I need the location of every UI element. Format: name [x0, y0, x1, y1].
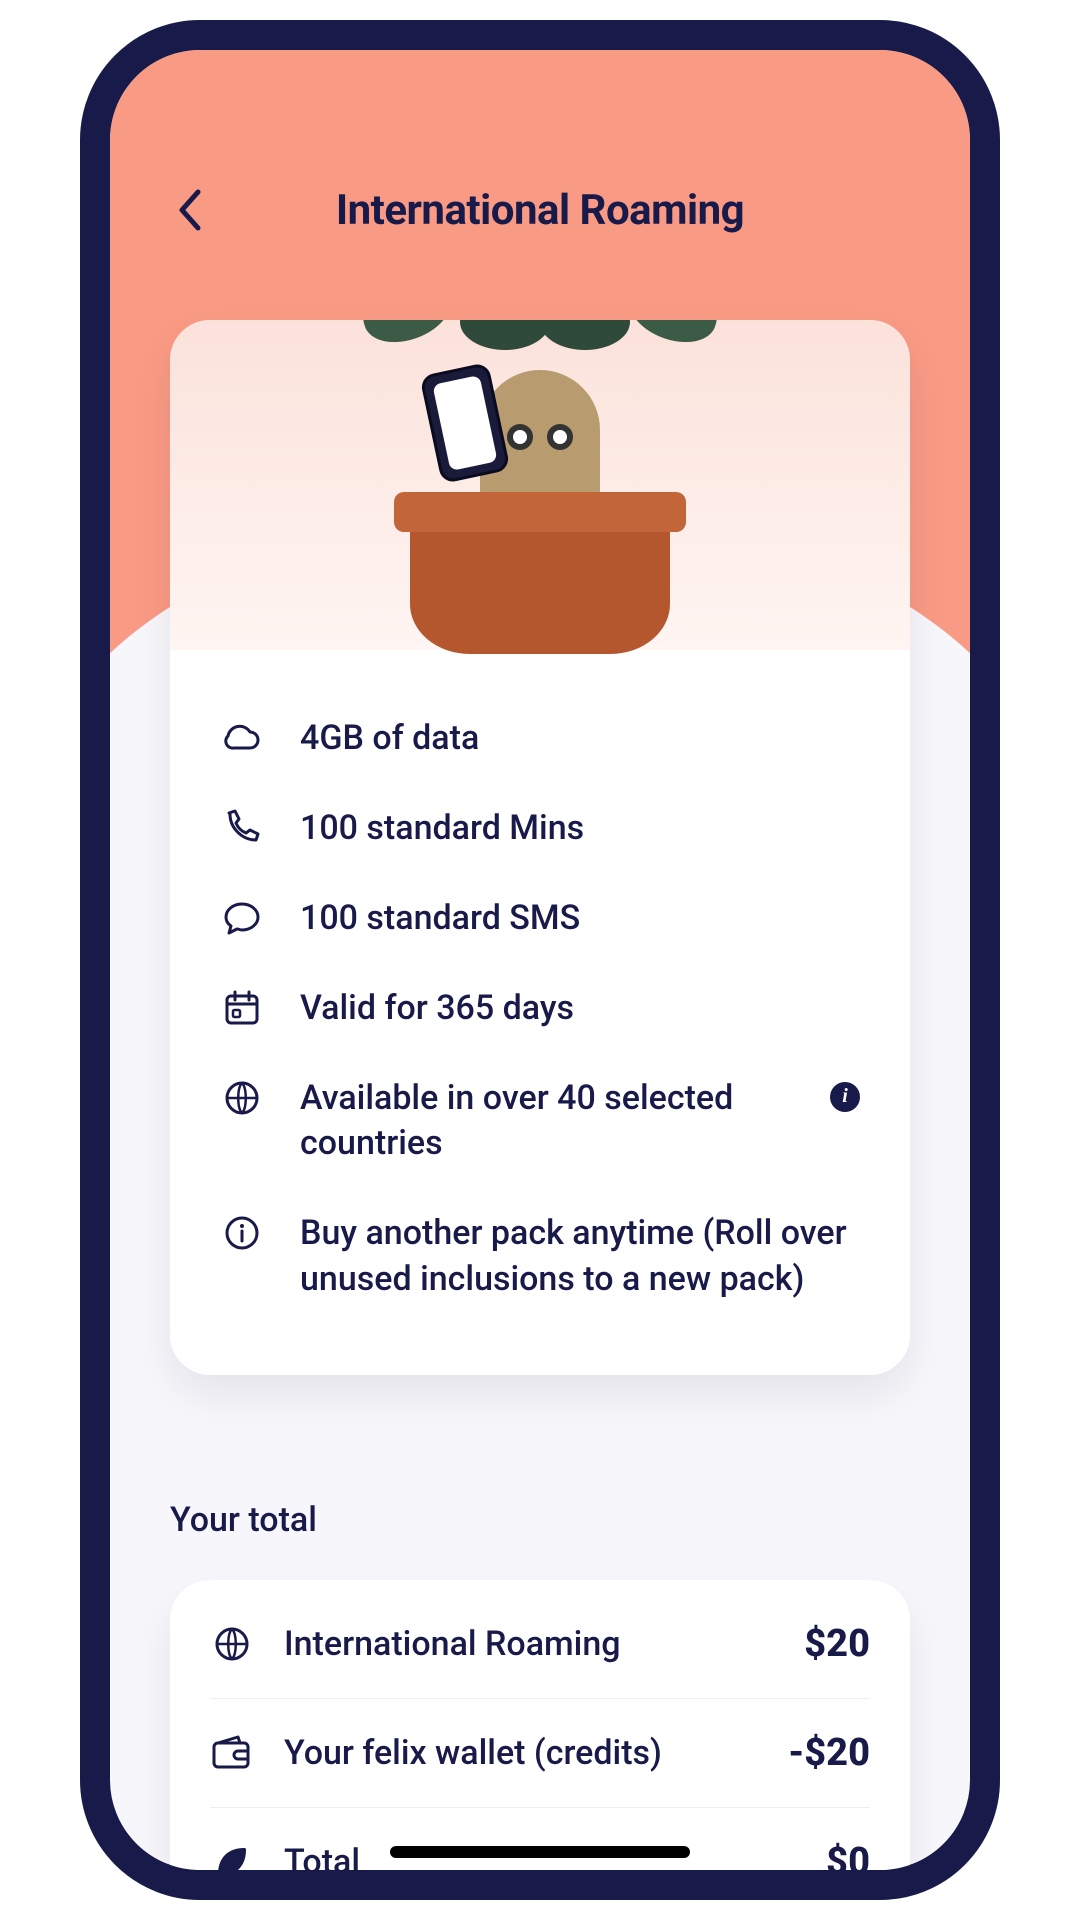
- feature-label: Valid for 365 days: [300, 986, 860, 1032]
- feature-row: Buy another pack anytime (Roll over unus…: [220, 1189, 860, 1325]
- calendar-icon: [220, 986, 264, 1030]
- feature-label: 100 standard Mins: [300, 806, 860, 852]
- total-row: Total $0: [210, 1808, 870, 1870]
- feature-row: 4GB of data: [220, 694, 860, 784]
- feature-label: Buy another pack anytime (Roll over unus…: [300, 1211, 860, 1303]
- globe-icon: [210, 1622, 254, 1666]
- feature-row: 100 standard SMS: [220, 874, 860, 964]
- total-row: Your felix wallet (credits) -$20: [210, 1699, 870, 1808]
- info-button[interactable]: i: [830, 1082, 860, 1112]
- total-row-label: International Roaming: [284, 1624, 774, 1664]
- plan-features: 4GB of data 100 standard Mins 100 standa…: [170, 650, 910, 1335]
- screen: International Roaming: [110, 50, 970, 1870]
- plan-illustration: [170, 320, 910, 650]
- total-section-heading: Your total: [170, 1500, 317, 1540]
- feature-row: 100 standard Mins: [220, 784, 860, 874]
- phone-frame: International Roaming: [80, 20, 1000, 1900]
- chevron-left-icon: [176, 188, 204, 232]
- plan-detail-card: 4GB of data 100 standard Mins 100 standa…: [170, 320, 910, 1375]
- wallet-icon: [210, 1731, 254, 1775]
- feature-label: 100 standard SMS: [300, 896, 860, 942]
- home-indicator[interactable]: [390, 1846, 690, 1858]
- cloud-icon: [220, 716, 264, 760]
- feature-label: 4GB of data: [300, 716, 860, 762]
- total-row: International Roaming $20: [210, 1590, 870, 1699]
- header: International Roaming: [110, 180, 970, 240]
- globe-icon: [220, 1076, 264, 1120]
- total-card: International Roaming $20 Your felix wal…: [170, 1580, 910, 1870]
- info-outline-icon: [220, 1211, 264, 1255]
- total-row-amount: $20: [804, 1622, 870, 1666]
- back-button[interactable]: [160, 180, 220, 240]
- total-row-amount: -$20: [788, 1731, 870, 1775]
- feature-row: Available in over 40 selected countries …: [220, 1054, 860, 1190]
- feature-row: Valid for 365 days: [220, 964, 860, 1054]
- total-row-amount: $0: [826, 1840, 870, 1870]
- feature-label: Available in over 40 selected countries: [300, 1076, 794, 1168]
- chat-icon: [220, 896, 264, 940]
- phone-icon: [220, 806, 264, 850]
- page-title: International Roaming: [220, 186, 920, 235]
- leaf-icon: [210, 1840, 254, 1870]
- total-row-label: Your felix wallet (credits): [284, 1733, 758, 1773]
